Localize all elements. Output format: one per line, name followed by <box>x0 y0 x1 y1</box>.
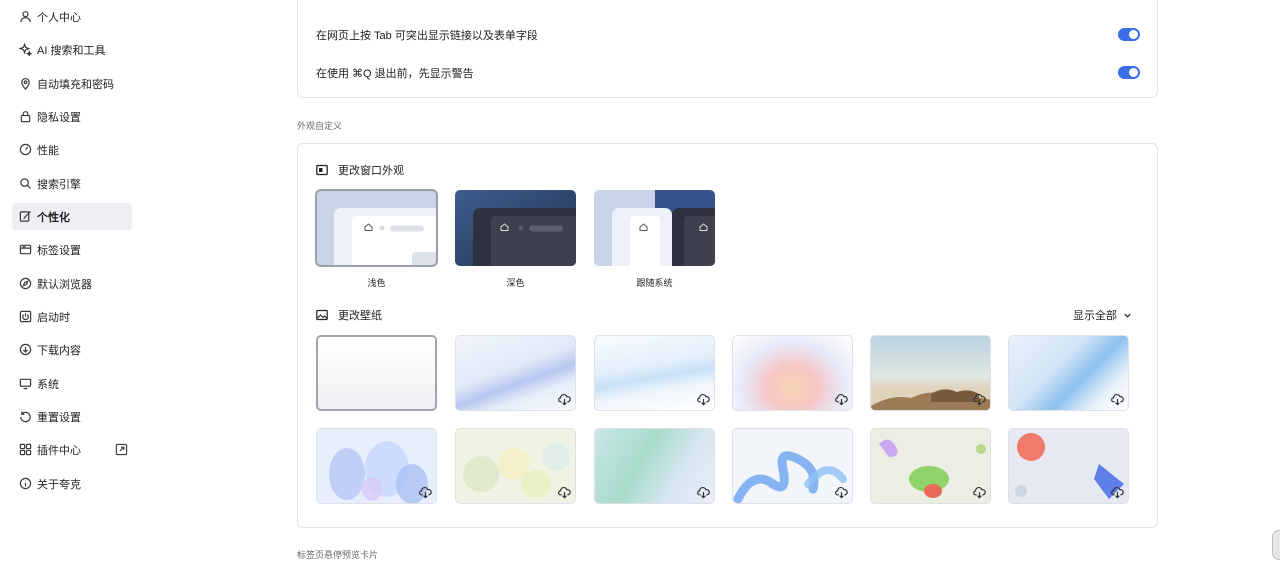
speedometer-icon <box>19 143 32 156</box>
wallpaper-title: 更改壁纸 <box>338 310 382 322</box>
wallpaper-heading: 更改壁纸 <box>316 307 382 323</box>
chevron-down-icon <box>1124 313 1131 318</box>
sidebar-item-label: 系统 <box>37 378 59 391</box>
brush-icon <box>19 210 32 223</box>
download-icon <box>19 343 32 356</box>
general-settings-card: 在网页上按 Tab 可突出显示链接以及表单字段 在使用 ⌘Q 退出前，先显示警告 <box>297 0 1158 98</box>
wallpaper-blue-petals[interactable] <box>316 428 437 504</box>
sidebar-item-label: 个性化 <box>37 211 70 224</box>
sidebar-item-privacy[interactable]: 隐私设置 <box>12 103 132 130</box>
wallpaper-yellow-green-circles[interactable] <box>455 428 576 504</box>
theme-system-option[interactable] <box>594 190 715 266</box>
sidebar-item-label: 默认浏览器 <box>37 278 92 291</box>
sidebar-item-system[interactable]: 系统 <box>12 370 132 397</box>
download-icon[interactable] <box>558 486 571 499</box>
theme-light-option[interactable] <box>315 189 438 267</box>
sidebar-item-label: 下载内容 <box>37 344 81 357</box>
window-appearance-title: 更改窗口外观 <box>338 165 404 177</box>
sidebar-item-ai[interactable]: AI 搜索和工具 <box>12 36 132 63</box>
reset-icon <box>19 410 32 423</box>
sidebar-item-extensions[interactable]: 插件中心 <box>12 436 132 463</box>
info-icon <box>19 477 32 490</box>
sidebar-item-label: 自动填充和密码 <box>37 78 114 91</box>
tab-highlight-label: 在网页上按 Tab 可突出显示链接以及表单字段 <box>316 30 538 42</box>
theme-dark-label: 深色 <box>506 278 525 288</box>
theme-system-label: 跟随系统 <box>636 278 673 288</box>
download-icon[interactable] <box>697 393 710 406</box>
wallpaper-red-blue-abstract[interactable] <box>1008 428 1129 504</box>
wallpaper-mint-gradient[interactable] <box>594 428 715 504</box>
grid-icon <box>19 443 32 456</box>
window-appearance-heading: 更改窗口外观 <box>316 162 404 178</box>
sidebar-item-label: 搜索引擎 <box>37 178 81 191</box>
show-all-wallpapers-button[interactable]: 显示全部 <box>1073 307 1132 323</box>
download-icon[interactable] <box>1111 393 1124 406</box>
tab-hover-section-label: 标签页悬停预览卡片 <box>297 550 379 560</box>
sidebar-item-label: 重置设置 <box>37 411 81 424</box>
compass-icon <box>19 277 32 290</box>
sparkle-icon <box>19 43 32 56</box>
sidebar-item-label: 启动时 <box>37 311 70 324</box>
quit-warning-label: 在使用 ⌘Q 退出前，先显示警告 <box>316 68 474 80</box>
lock-icon <box>19 110 32 123</box>
download-icon[interactable] <box>973 486 986 499</box>
wallpaper-pastel-gradient[interactable] <box>732 335 853 411</box>
window-icon <box>316 164 328 176</box>
location-pin-icon <box>19 77 32 90</box>
download-icon[interactable] <box>973 393 986 406</box>
download-icon[interactable] <box>1111 486 1124 499</box>
sidebar-item-label: 关于夸克 <box>37 478 81 491</box>
wallpaper-green-organic-shapes[interactable] <box>870 428 991 504</box>
show-all-label: 显示全部 <box>1073 310 1117 322</box>
external-link-icon[interactable] <box>115 443 128 456</box>
sidebar-item-reset[interactable]: 重置设置 <box>12 403 132 430</box>
sidebar-item-search-engine[interactable]: 搜索引擎 <box>12 170 132 197</box>
wallpaper-blue-ribbons[interactable] <box>732 428 853 504</box>
download-icon[interactable] <box>697 486 710 499</box>
sidebar-item-label: 插件中心 <box>37 444 81 457</box>
search-icon <box>19 177 32 190</box>
download-icon[interactable] <box>835 486 848 499</box>
wallpaper-light-blue-wave[interactable] <box>594 335 715 411</box>
sidebar-item-label: 隐私设置 <box>37 111 81 124</box>
sidebar-item-label: 个人中心 <box>37 11 81 24</box>
sidebar-item-label: AI 搜索和工具 <box>37 44 106 57</box>
wallpaper-plain-white[interactable] <box>316 335 437 411</box>
sidebar-item-autofill[interactable]: 自动填充和密码 <box>12 70 132 97</box>
image-icon <box>316 309 328 321</box>
sidebar-item-personalize[interactable]: 个性化 <box>12 203 132 230</box>
sidebar-item-label: 性能 <box>37 144 59 157</box>
download-icon[interactable] <box>419 486 432 499</box>
download-icon[interactable] <box>835 393 848 406</box>
sidebar-item-about[interactable]: 关于夸克 <box>12 470 132 497</box>
theme-dark-option[interactable] <box>455 190 576 266</box>
floating-scroll-button[interactable] <box>1272 530 1280 560</box>
appearance-card: 更改窗口外观 浅色 深色 跟随系统 更改壁纸 显示全部 <box>297 143 1158 528</box>
power-icon <box>19 310 32 323</box>
sidebar-item-performance[interactable]: 性能 <box>12 136 132 163</box>
download-icon[interactable] <box>558 393 571 406</box>
user-icon <box>19 10 32 23</box>
sidebar-item-default-browser[interactable]: 默认浏览器 <box>12 270 132 297</box>
appearance-section-label: 外观自定义 <box>297 121 343 131</box>
wallpaper-desert-landscape[interactable] <box>870 335 991 411</box>
sidebar-item-tabs[interactable]: 标签设置 <box>12 236 132 263</box>
sidebar-item-startup[interactable]: 启动时 <box>12 303 132 330</box>
tab-highlight-toggle[interactable] <box>1118 28 1140 41</box>
settings-sidebar: 个人中心 AI 搜索和工具 自动填充和密码 隐私设置 性能 搜索引擎 个性化 标… <box>0 0 145 562</box>
theme-light-label: 浅色 <box>367 278 386 288</box>
sidebar-item-downloads[interactable]: 下载内容 <box>12 336 132 363</box>
tab-icon <box>19 243 32 256</box>
quit-warning-toggle[interactable] <box>1118 66 1140 79</box>
monitor-icon <box>19 377 32 390</box>
wallpaper-blue-wave[interactable] <box>455 335 576 411</box>
wallpaper-blue-glass-curve[interactable] <box>1008 335 1129 411</box>
sidebar-item-profile[interactable]: 个人中心 <box>12 3 132 30</box>
sidebar-item-label: 标签设置 <box>37 244 81 257</box>
